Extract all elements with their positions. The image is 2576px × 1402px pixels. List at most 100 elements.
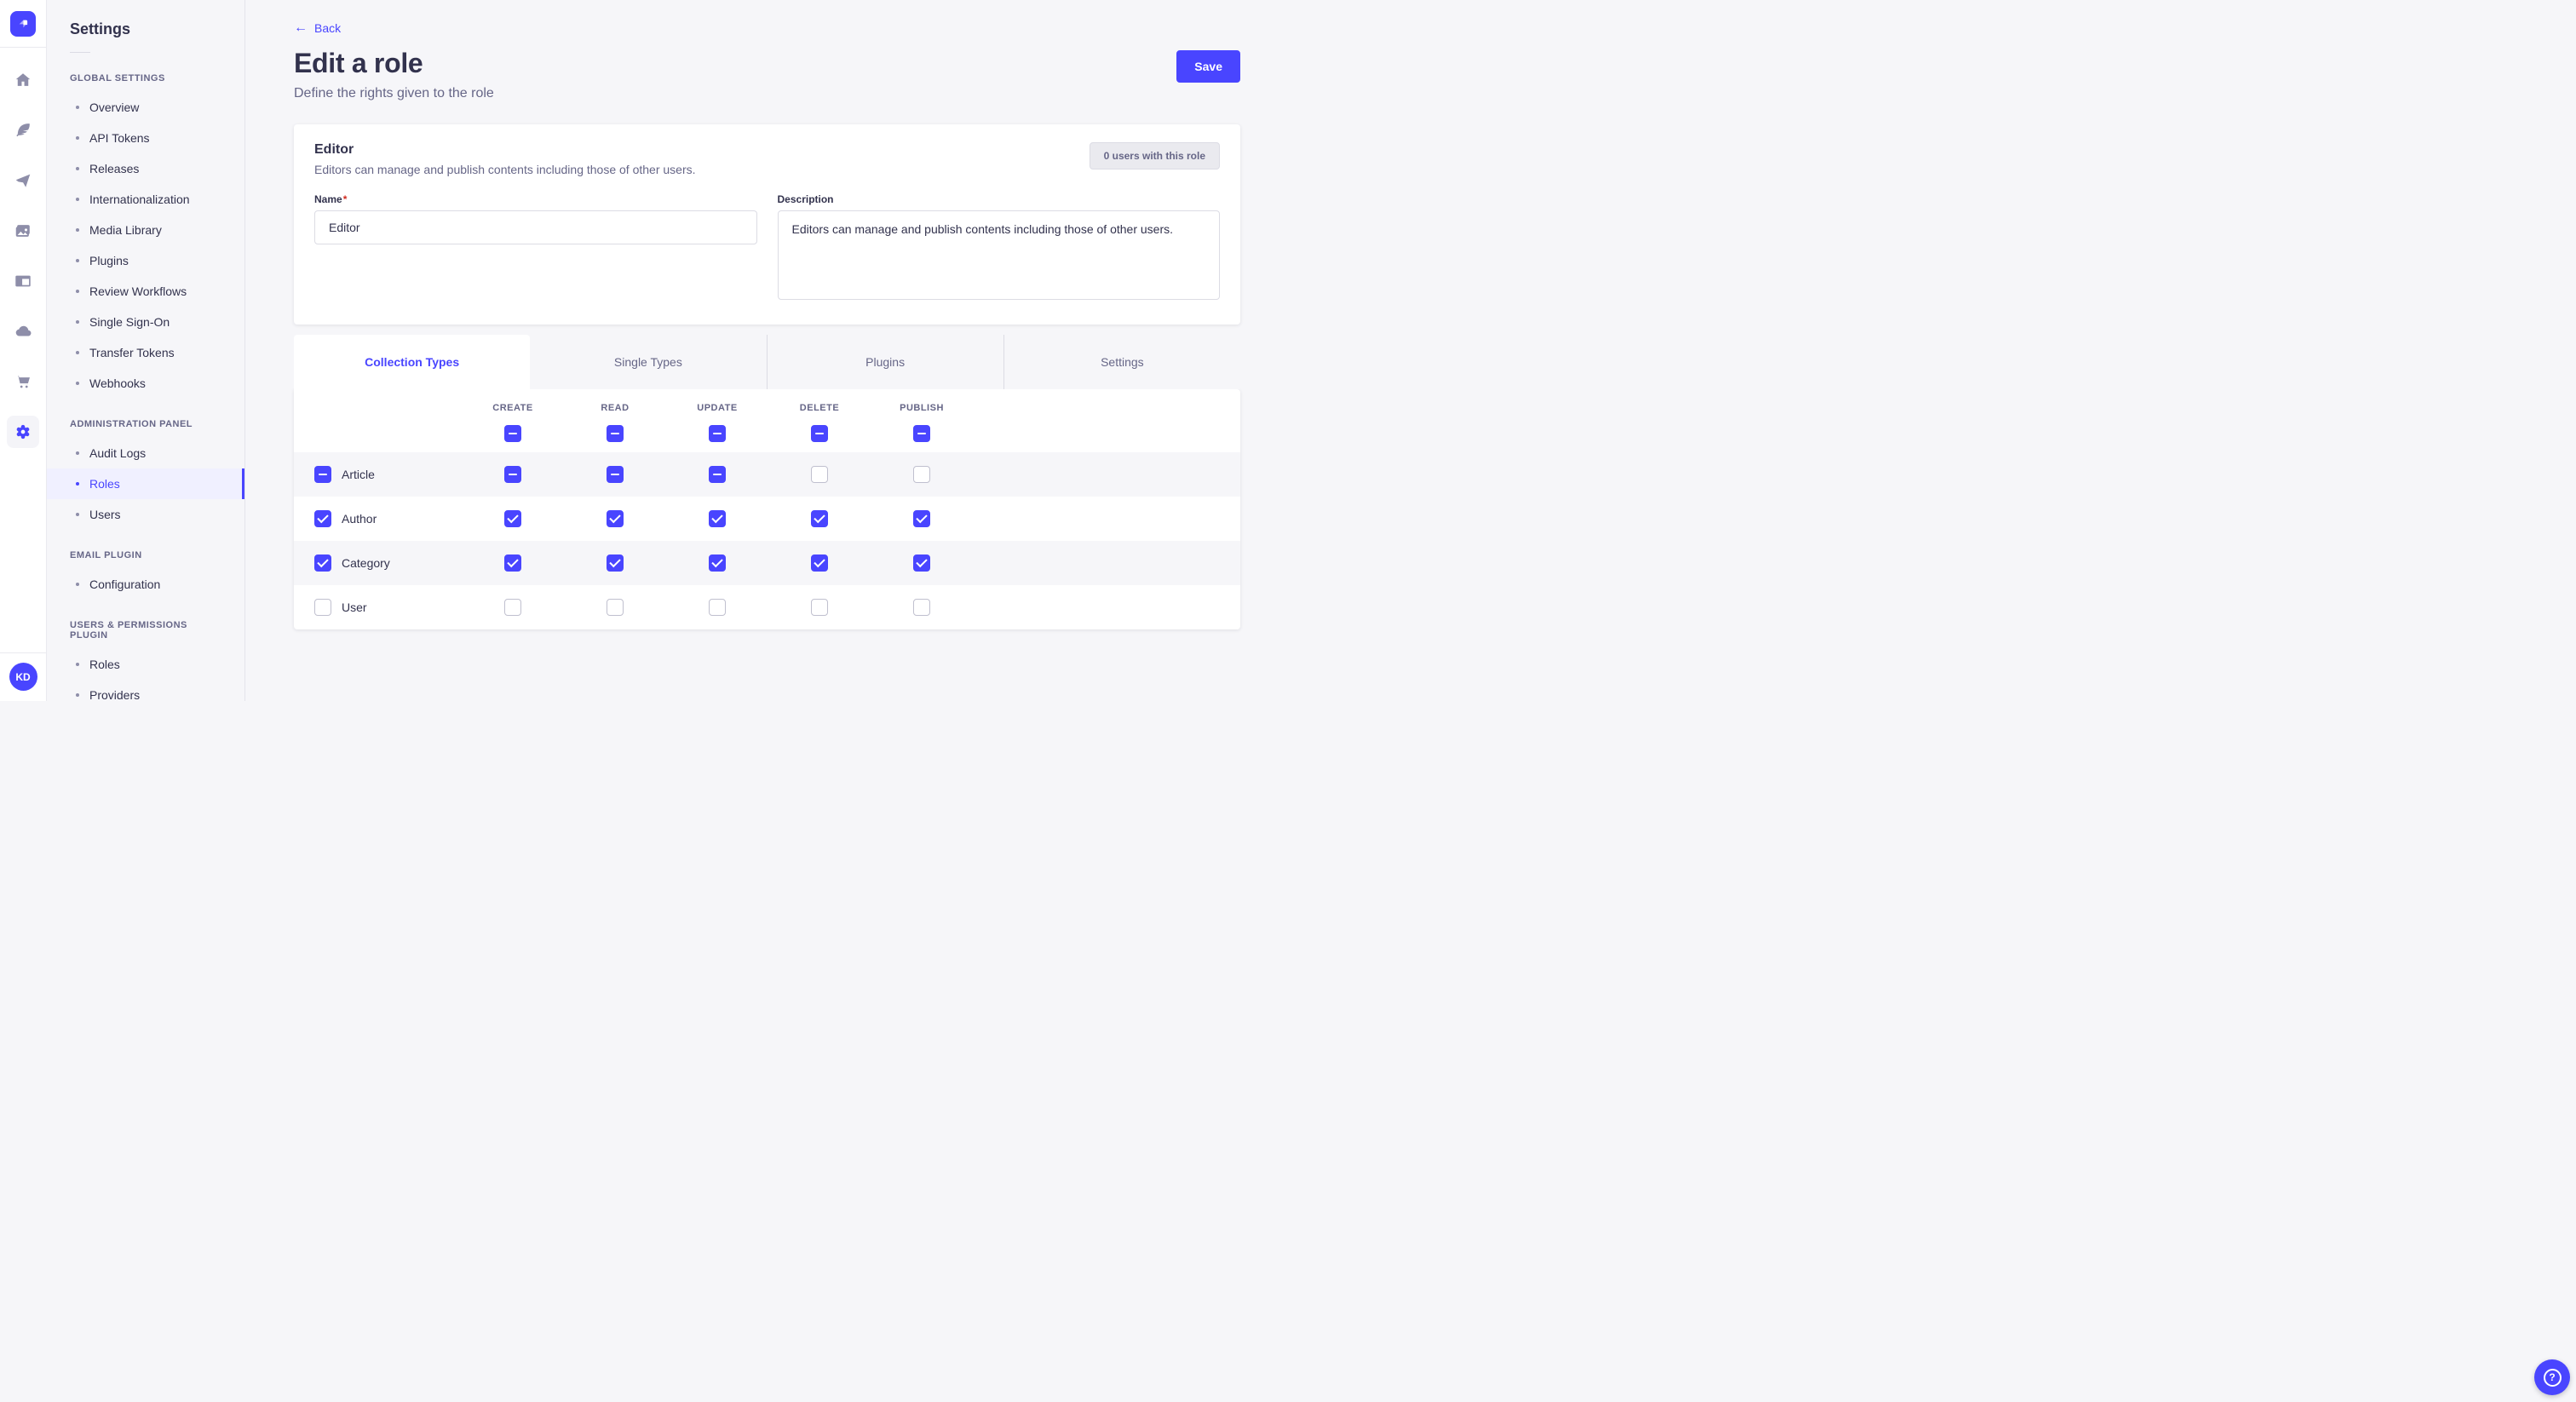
sidebar-item-label: Configuration xyxy=(89,577,160,591)
back-link[interactable]: ← Back xyxy=(294,21,341,35)
sidebar-item-releases[interactable]: Releases xyxy=(47,153,244,184)
role-description-text: Editors can manage and publish contents … xyxy=(314,163,696,176)
tab-plugins[interactable]: Plugins xyxy=(767,335,1003,389)
back-label: Back xyxy=(314,21,341,35)
sidebar-item-audit-logs[interactable]: Audit Logs xyxy=(47,438,244,468)
select-all-create-checkbox[interactable] xyxy=(504,425,521,442)
article-delete-checkbox[interactable] xyxy=(811,466,828,483)
sidebar-item-label: Roles xyxy=(89,658,120,671)
description-label: Description xyxy=(778,193,1221,205)
article-update-checkbox[interactable] xyxy=(709,466,726,483)
article-create-checkbox[interactable] xyxy=(504,466,521,483)
column-checkbox-cell xyxy=(666,425,768,442)
sidebar-item-label: Users xyxy=(89,508,121,521)
tab-single-types[interactable]: Single Types xyxy=(530,335,766,389)
row-label: Category xyxy=(342,556,390,570)
subnav-title: Settings xyxy=(47,20,244,38)
name-field[interactable] xyxy=(314,210,757,244)
category-read-checkbox[interactable] xyxy=(607,554,624,572)
table-row-author: Author xyxy=(294,497,1240,541)
article-read-checkbox[interactable] xyxy=(607,466,624,483)
author-create-checkbox[interactable] xyxy=(504,510,521,527)
cart-icon[interactable] xyxy=(7,365,39,398)
bullet-icon xyxy=(76,167,79,170)
sidebar-item-webhooks[interactable]: Webhooks xyxy=(47,368,244,399)
sidebar-item-transfer-tokens[interactable]: Transfer Tokens xyxy=(47,337,244,368)
permission-cell xyxy=(768,510,871,527)
cloud-icon[interactable] xyxy=(7,315,39,348)
description-field[interactable]: Editors can manage and publish contents … xyxy=(778,210,1221,300)
description-field-group: Description Editors can manage and publi… xyxy=(778,193,1221,304)
column-header-update: UPDATE xyxy=(666,403,768,413)
avatar[interactable]: KD xyxy=(9,663,37,691)
sidebar-item-overview[interactable]: Overview xyxy=(47,92,244,123)
sidebar-item-roles[interactable]: Roles xyxy=(47,468,244,499)
permission-cell xyxy=(462,554,564,572)
author-read-checkbox[interactable] xyxy=(607,510,624,527)
sidebar-item-media-library[interactable]: Media Library xyxy=(47,215,244,245)
table-row-category: Category xyxy=(294,541,1240,585)
select-all-update-checkbox[interactable] xyxy=(709,425,726,442)
permission-cell xyxy=(564,510,666,527)
sidebar-item-configuration[interactable]: Configuration xyxy=(47,569,244,600)
save-button[interactable]: Save xyxy=(1176,50,1240,83)
select-all-delete-checkbox[interactable] xyxy=(811,425,828,442)
sidebar-item-review-workflows[interactable]: Review Workflows xyxy=(47,276,244,307)
row-checkbox-user[interactable] xyxy=(314,599,331,616)
permission-cell xyxy=(564,599,666,616)
permission-cell xyxy=(666,599,768,616)
column-checkbox-cell xyxy=(871,425,973,442)
sidebar-item-single-sign-on[interactable]: Single Sign-On xyxy=(47,307,244,337)
user-read-checkbox[interactable] xyxy=(607,599,624,616)
permissions-table-header: CREATEREADUPDATEDELETEPUBLISH xyxy=(294,389,1240,452)
help-button[interactable]: ? xyxy=(2534,1359,2570,1395)
category-create-checkbox[interactable] xyxy=(504,554,521,572)
sidebar-item-label: Transfer Tokens xyxy=(89,346,175,359)
author-delete-checkbox[interactable] xyxy=(811,510,828,527)
bullet-icon xyxy=(76,663,79,666)
tab-collection-types[interactable]: Collection Types xyxy=(294,335,530,389)
row-name-cell: User xyxy=(294,599,462,616)
row-label: User xyxy=(342,600,367,614)
row-label: Article xyxy=(342,468,375,481)
subnav-section-label: ADMINISTRATION PANEL xyxy=(47,419,244,429)
user-delete-checkbox[interactable] xyxy=(811,599,828,616)
row-checkbox-author[interactable] xyxy=(314,510,331,527)
layout-icon[interactable] xyxy=(7,265,39,297)
paper-plane-icon[interactable] xyxy=(7,164,39,197)
settings-gear-icon[interactable] xyxy=(7,416,39,448)
author-publish-checkbox[interactable] xyxy=(913,510,930,527)
sidebar-item-roles[interactable]: Roles xyxy=(47,649,244,680)
article-publish-checkbox[interactable] xyxy=(913,466,930,483)
author-update-checkbox[interactable] xyxy=(709,510,726,527)
category-delete-checkbox[interactable] xyxy=(811,554,828,572)
row-checkbox-category[interactable] xyxy=(314,554,331,572)
bullet-icon xyxy=(76,106,79,109)
user-publish-checkbox[interactable] xyxy=(913,599,930,616)
category-update-checkbox[interactable] xyxy=(709,554,726,572)
bullet-icon xyxy=(76,228,79,232)
select-all-read-checkbox[interactable] xyxy=(607,425,624,442)
sidebar-item-api-tokens[interactable]: API Tokens xyxy=(47,123,244,153)
main-content: ← Back Edit a role Define the rights giv… xyxy=(245,0,1288,701)
permissions-panel: Collection TypesSingle TypesPluginsSetti… xyxy=(294,335,1240,629)
subnav-section: GLOBAL SETTINGSOverviewAPI TokensRelease… xyxy=(47,73,244,399)
bullet-icon xyxy=(76,136,79,140)
bullet-icon xyxy=(76,382,79,385)
home-icon[interactable] xyxy=(7,64,39,96)
sidebar-item-providers[interactable]: Providers xyxy=(47,680,244,701)
sidebar-item-users[interactable]: Users xyxy=(47,499,244,530)
users-with-role-button[interactable]: 0 users with this role xyxy=(1090,142,1220,170)
feather-icon[interactable] xyxy=(7,114,39,147)
tab-settings[interactable]: Settings xyxy=(1003,335,1240,389)
media-library-icon[interactable] xyxy=(7,215,39,247)
user-update-checkbox[interactable] xyxy=(709,599,726,616)
category-publish-checkbox[interactable] xyxy=(913,554,930,572)
select-all-publish-checkbox[interactable] xyxy=(913,425,930,442)
sidebar-item-plugins[interactable]: Plugins xyxy=(47,245,244,276)
permissions-table: CREATEREADUPDATEDELETEPUBLISH Article Aut… xyxy=(294,389,1240,629)
row-checkbox-article[interactable] xyxy=(314,466,331,483)
sidebar-item-internationalization[interactable]: Internationalization xyxy=(47,184,244,215)
strapi-logo[interactable] xyxy=(10,11,36,37)
user-create-checkbox[interactable] xyxy=(504,599,521,616)
